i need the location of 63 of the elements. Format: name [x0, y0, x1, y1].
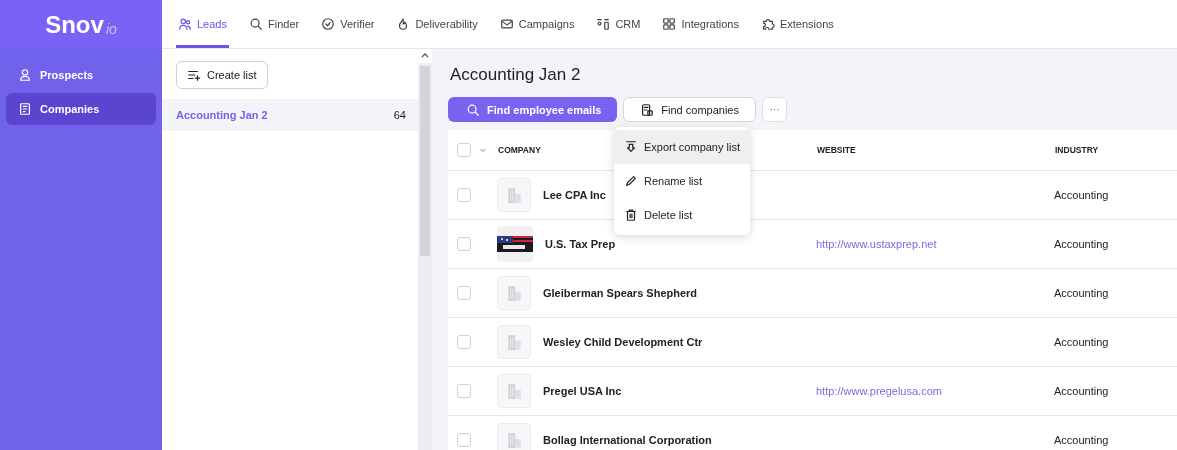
- document-search-icon: [640, 102, 655, 117]
- checkbox[interactable]: [457, 335, 471, 350]
- nav-tab[interactable]: Campaigns: [497, 0, 577, 48]
- export-icon: [624, 140, 638, 154]
- list-title: Accounting Jan 2: [450, 65, 582, 85]
- website-link[interactable]: http://www.pregelusa.com: [816, 385, 942, 397]
- checkbox[interactable]: [457, 237, 471, 252]
- industry-text: Accounting: [1054, 189, 1109, 201]
- search-icon: [249, 17, 263, 31]
- menu-item[interactable]: Delete list: [614, 198, 750, 232]
- users-icon: [178, 17, 192, 31]
- person-icon: [18, 68, 32, 82]
- scrollbar-thumb[interactable]: [420, 66, 430, 256]
- mail-icon: [499, 17, 514, 31]
- logo-suffix: io: [105, 20, 117, 37]
- company-name: Lee CPA Inc: [543, 189, 606, 201]
- more-button[interactable]: ···: [762, 97, 787, 122]
- menu-item[interactable]: Export company list: [614, 130, 750, 164]
- search-icon: [466, 102, 480, 117]
- checkbox[interactable]: [457, 286, 471, 301]
- nav-tab[interactable]: Extensions: [758, 0, 836, 48]
- industry-text: Accounting: [1054, 287, 1109, 299]
- list-count: 64: [393, 109, 406, 121]
- nav-tab[interactable]: Verifier: [319, 0, 377, 48]
- trash-icon: [624, 208, 638, 222]
- nav-tab[interactable]: CRM: [594, 0, 643, 48]
- pencil-icon: [624, 174, 638, 188]
- company-name: Wesley Child Development Ctr: [543, 336, 703, 348]
- industry-text: Accounting: [1054, 238, 1109, 250]
- column-header: WEBSITE: [817, 145, 856, 155]
- industry-text: Accounting: [1054, 385, 1109, 397]
- scroll-up-icon[interactable]: [418, 49, 432, 63]
- create-list-button[interactable]: Create list: [176, 61, 268, 89]
- website-link[interactable]: http://www.ustaxprep.net: [816, 238, 937, 250]
- check-circle-icon: [321, 17, 336, 31]
- checkbox[interactable]: [457, 433, 471, 448]
- find-companies-button[interactable]: Find companies: [623, 97, 756, 122]
- find-emails-button[interactable]: Find employee emails: [448, 97, 618, 122]
- nav-tab[interactable]: Finder: [247, 0, 302, 48]
- list-add-icon: [187, 68, 201, 82]
- checkbox[interactable]: [457, 384, 471, 399]
- list-item[interactable]: Accounting Jan 2 64: [162, 99, 418, 131]
- menu-item[interactable]: Rename list: [614, 164, 750, 198]
- crm-icon: [596, 17, 611, 31]
- company-name: Bollag International Corporation: [543, 434, 712, 446]
- industry-text: Accounting: [1054, 434, 1109, 446]
- chevron-down-icon[interactable]: [479, 146, 487, 154]
- company-name: Pregel USA Inc: [543, 385, 622, 397]
- logo-text: Snov: [45, 10, 104, 39]
- industry-text: Accounting: [1054, 336, 1109, 348]
- company-name: Gleiberman Spears Shepherd: [543, 287, 698, 299]
- sidebar-item[interactable]: Prospects: [6, 59, 156, 91]
- column-header: COMPANY: [498, 145, 541, 155]
- list-name: Accounting Jan 2: [176, 109, 268, 121]
- puzzle-icon: [760, 17, 775, 31]
- nav-tab[interactable]: Integrations: [660, 0, 741, 48]
- checkbox[interactable]: [457, 143, 471, 157]
- checkbox[interactable]: [457, 188, 471, 203]
- company-name: U.S. Tax Prep: [545, 238, 616, 250]
- column-header: INDUSTRY: [1055, 145, 1099, 155]
- grid-icon: [662, 17, 677, 31]
- sidebar-item[interactable]: Companies: [6, 93, 156, 125]
- nav-tab[interactable]: Deliverability: [394, 0, 480, 48]
